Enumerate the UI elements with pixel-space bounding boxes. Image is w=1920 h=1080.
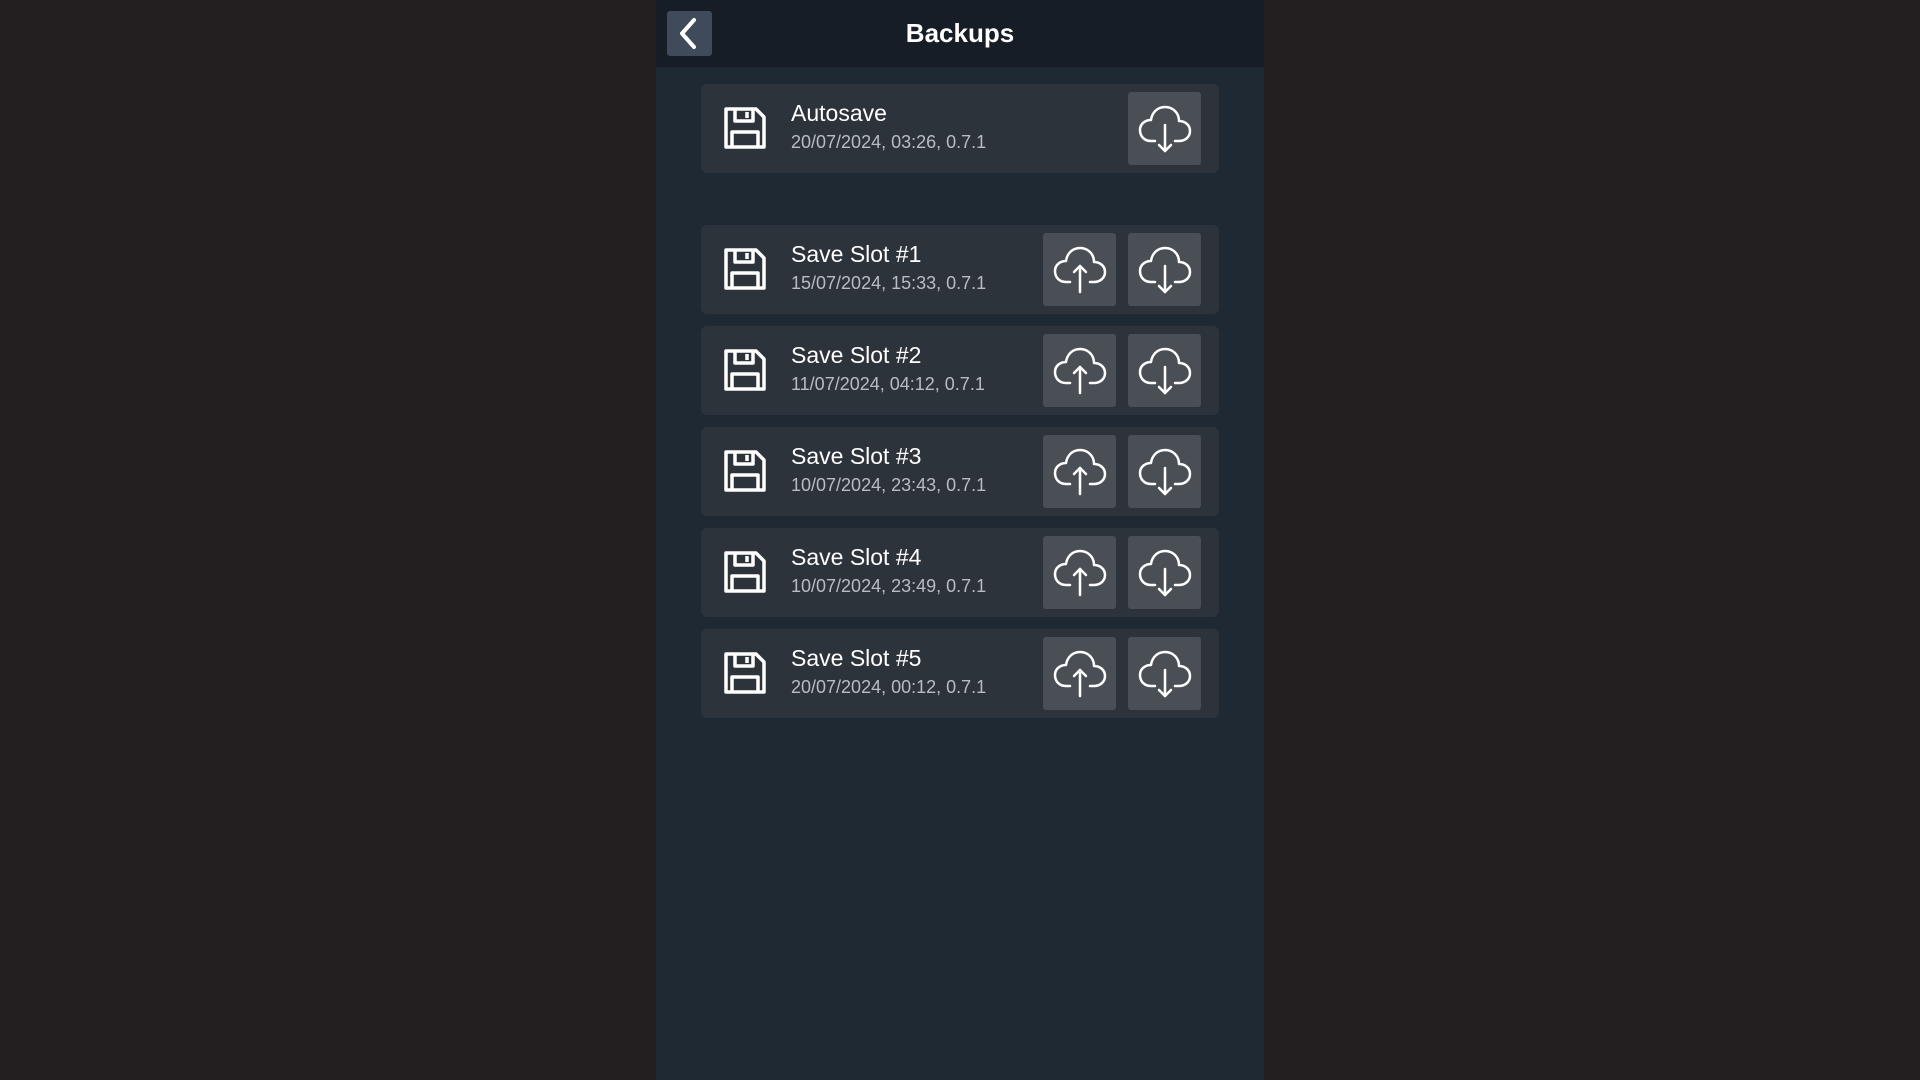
floppy-disk-icon — [724, 450, 766, 492]
slot-upload-button[interactable] — [1043, 334, 1116, 407]
slot-upload-button[interactable] — [1043, 536, 1116, 609]
cloud-upload-icon — [1053, 347, 1107, 395]
slot-title: Save Slot #5 — [791, 645, 922, 671]
floppy-disk-icon — [724, 652, 766, 694]
slot-download-button[interactable] — [1128, 334, 1201, 407]
save-slot-card: Save Slot #2 11/07/2024, 04:12, 0.7.1 — [701, 326, 1219, 415]
slot-download-button[interactable] — [1128, 435, 1201, 508]
slot-download-button[interactable] — [1128, 637, 1201, 710]
slot-download-button[interactable] — [1128, 536, 1201, 609]
slot-download-button[interactable] — [1128, 233, 1201, 306]
save-slot-card: Save Slot #3 10/07/2024, 23:43, 0.7.1 — [701, 427, 1219, 516]
slot-upload-button[interactable] — [1043, 435, 1116, 508]
cloud-upload-icon — [1053, 448, 1107, 496]
slot-title: Save Slot #2 — [791, 342, 922, 368]
floppy-disk-icon — [724, 107, 766, 149]
save-slot-card: Save Slot #5 20/07/2024, 00:12, 0.7.1 — [701, 629, 1219, 718]
cloud-download-icon — [1138, 549, 1192, 597]
cloud-download-icon — [1138, 650, 1192, 698]
cloud-upload-icon — [1053, 246, 1107, 294]
slot-meta: 15/07/2024, 15:33, 0.7.1 — [791, 273, 987, 293]
slot-title: Save Slot #1 — [791, 241, 922, 267]
slot-upload-button[interactable] — [1043, 637, 1116, 710]
autosave-card: Autosave 20/07/2024, 03:26, 0.7.1 — [701, 84, 1219, 173]
save-slot-card: Save Slot #4 10/07/2024, 23:49, 0.7.1 — [701, 528, 1219, 617]
slot-meta: 20/07/2024, 00:12, 0.7.1 — [791, 677, 987, 697]
slot-upload-button[interactable] — [1043, 233, 1116, 306]
cloud-upload-icon — [1053, 650, 1107, 698]
slot-title: Save Slot #4 — [791, 544, 922, 570]
autosave-meta: 20/07/2024, 03:26, 0.7.1 — [791, 132, 987, 152]
slot-meta: 10/07/2024, 23:43, 0.7.1 — [791, 475, 987, 495]
header-bar: Backups — [656, 0, 1264, 67]
autosave-title: Autosave — [791, 100, 887, 126]
page-title: Backups — [905, 18, 1015, 48]
cloud-download-icon — [1138, 347, 1192, 395]
cloud-download-icon — [1138, 246, 1192, 294]
floppy-disk-icon — [724, 551, 766, 593]
cloud-upload-icon — [1053, 549, 1107, 597]
cloud-download-icon — [1138, 448, 1192, 496]
save-slot-card: Save Slot #1 15/07/2024, 15:33, 0.7.1 — [701, 225, 1219, 314]
backups-panel: Backups Autosave 20/07/2024, 03:26, 0.7.… — [656, 0, 1264, 1080]
autosave-download-button[interactable] — [1128, 92, 1201, 165]
slot-meta: 10/07/2024, 23:49, 0.7.1 — [791, 576, 987, 596]
slot-meta: 11/07/2024, 04:12, 0.7.1 — [791, 374, 985, 394]
slot-title: Save Slot #3 — [791, 443, 922, 469]
floppy-disk-icon — [724, 248, 766, 290]
cloud-download-icon — [1138, 105, 1192, 153]
floppy-disk-icon — [724, 349, 766, 391]
